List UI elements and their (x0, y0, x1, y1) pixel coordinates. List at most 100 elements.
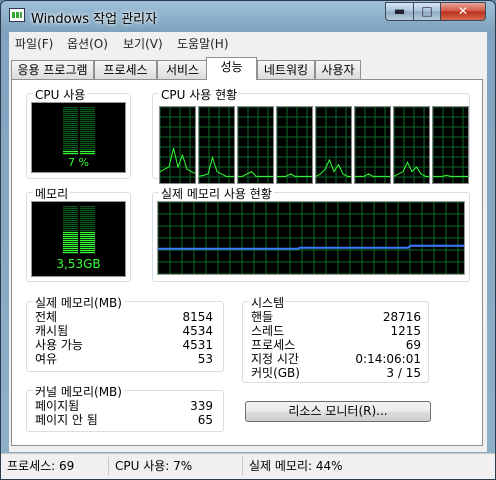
window-title: Windows 작업 관리자 (31, 12, 158, 27)
tab-performance[interactable]: 성능 (206, 57, 257, 80)
status-processes: 프로세스: 69 (3, 457, 109, 475)
cpu-meter-segment (80, 135, 95, 137)
menu-options[interactable]: 옵션(O) (67, 35, 108, 52)
memory-bars (63, 206, 95, 254)
tab-applications[interactable]: 응용 프로그램 (11, 60, 94, 79)
cpu-meter-segment (80, 131, 95, 133)
memory-meter-segment (80, 250, 95, 252)
cpu-meter-segment (63, 143, 78, 145)
title-bar[interactable]: Windows 작업 관리자 ▬ □ ✕ (1, 1, 495, 31)
cpu-meter-segment (80, 121, 95, 123)
tab-processes[interactable]: 프로세스 (94, 60, 157, 79)
memory-meter-segment (80, 224, 95, 226)
cpu-meter-segment (80, 123, 95, 125)
memory-meter-segment (80, 236, 95, 238)
cpu-meter-segment (80, 133, 95, 135)
memory-meter-segment (80, 220, 95, 222)
cpu-meter-segment (63, 141, 78, 143)
status-bar: 프로세스: 69 CPU 사용: 7% 실제 메모리: 44% (1, 453, 495, 479)
memory-meter-segment (80, 248, 95, 250)
close-button[interactable]: ✕ (440, 2, 486, 21)
memory-meter-segment (80, 232, 95, 234)
cpu-meter-segment (80, 117, 95, 119)
memory-meter-segment (63, 206, 78, 208)
memory-meter-segment (63, 246, 78, 248)
cpu-meter-segment (80, 151, 95, 153)
performance-panel: CPU 사용 7 % CPU 사용 현황 메모리 3,53GB 실제 메모리 사… (11, 79, 483, 446)
memory-meter-segment (80, 238, 95, 240)
minimize-button[interactable]: ▬ (385, 2, 414, 21)
cpu-meter-segment (80, 113, 95, 115)
tab-control: 응용 프로그램 프로세스 서비스 성능 네트워킹 사용자 CPU 사용 7 % … (9, 52, 487, 452)
sys-processes-value: 69 (405, 338, 421, 352)
memory-meter-segment (63, 218, 78, 220)
memory-meter-segment (80, 226, 95, 228)
memory-meter-segment (80, 234, 95, 236)
memory-meter-segment (80, 222, 95, 224)
cpu-meter-segment (80, 143, 95, 145)
menu-file[interactable]: 파일(F) (15, 35, 53, 52)
cpu-meter-segment (80, 115, 95, 117)
cpu-core-graph (393, 106, 430, 184)
memory-meter-segment (63, 244, 78, 246)
memory-meter-segment (63, 212, 78, 214)
menu-help[interactable]: 도움말(H) (177, 35, 229, 52)
cpu-meter-segment (63, 115, 78, 117)
cpu-meter-segment (63, 123, 78, 125)
cpu-meter-segment (80, 145, 95, 147)
sys-handles-value: 28716 (382, 310, 421, 324)
cpu-meter-segment (63, 151, 78, 153)
memory-history-line (158, 244, 464, 250)
memory-history-label: 실제 메모리 사용 현황 (159, 185, 274, 202)
cpu-core-line (355, 173, 390, 177)
cpu-usage-group: CPU 사용 7 % (26, 86, 131, 179)
sys-processes-label: 프로세스 (251, 338, 296, 352)
memory-meter-segment (80, 246, 95, 248)
tab-users[interactable]: 사용자 (315, 60, 361, 79)
memory-meter-segment (63, 210, 78, 212)
memory-meter: 3,53GB (31, 201, 126, 277)
tab-networking[interactable]: 네트워킹 (257, 60, 315, 79)
maximize-button[interactable]: □ (413, 2, 441, 21)
memory-meter-segment (63, 222, 78, 224)
cpu-core-line (394, 161, 429, 177)
cpu-meter-segment (63, 119, 78, 121)
memory-value: 3,53GB (56, 257, 101, 271)
cpu-core-line (238, 171, 273, 177)
memory-meter-segment (80, 240, 95, 242)
cpu-usage-bars (63, 107, 95, 155)
phys-total-label: 전체 (35, 310, 58, 324)
cpu-meter-segment (80, 149, 95, 151)
cpu-meter-segment (80, 119, 95, 121)
sys-threads-label: 스레드 (251, 324, 285, 338)
cpu-meter-segment (63, 107, 78, 109)
cpu-meter-segment (63, 139, 78, 141)
memory-meter-segment (63, 226, 78, 228)
task-manager-app-icon (9, 8, 25, 22)
resource-monitor-button[interactable]: 리소스 모니터(R)... (245, 401, 431, 422)
memory-meter-segment (63, 224, 78, 226)
menu-bar: 파일(F) 옵션(O) 보기(V) 도움말(H) (9, 32, 487, 52)
task-manager-window: Windows 작업 관리자 ▬ □ ✕ 파일(F) 옵션(O) 보기(V) 도… (0, 0, 496, 480)
tab-services[interactable]: 서비스 (157, 60, 208, 79)
memory-label: 메모리 (33, 185, 71, 202)
cpu-usage-meter: 7 % (31, 102, 126, 173)
cpu-meter-segment (80, 125, 95, 127)
kernel-nonpaged-value: 65 (197, 413, 213, 427)
memory-meter-segment (63, 240, 78, 242)
kernel-paged-value: 339 (190, 399, 213, 413)
memory-meter-segment (63, 228, 78, 230)
kernel-memory-label: 커널 메모리(MB) (33, 383, 124, 400)
memory-meter-segment (63, 214, 78, 216)
system-group: 시스템 핸들 28716 스레드 1215 프로세스 69 지정 시간 0:14… (242, 294, 429, 383)
cpu-meter-segment (63, 127, 78, 129)
cpu-meter-segment (63, 153, 78, 155)
menu-view[interactable]: 보기(V) (123, 35, 163, 52)
phys-available-value: 4531 (182, 338, 213, 352)
phys-total-value: 8154 (182, 310, 213, 324)
memory-meter-segment (80, 218, 95, 220)
cpu-core-graph (354, 106, 391, 184)
cpu-core-graph (276, 106, 313, 184)
cpu-core-line (160, 148, 195, 175)
memory-meter-segment (80, 230, 95, 232)
